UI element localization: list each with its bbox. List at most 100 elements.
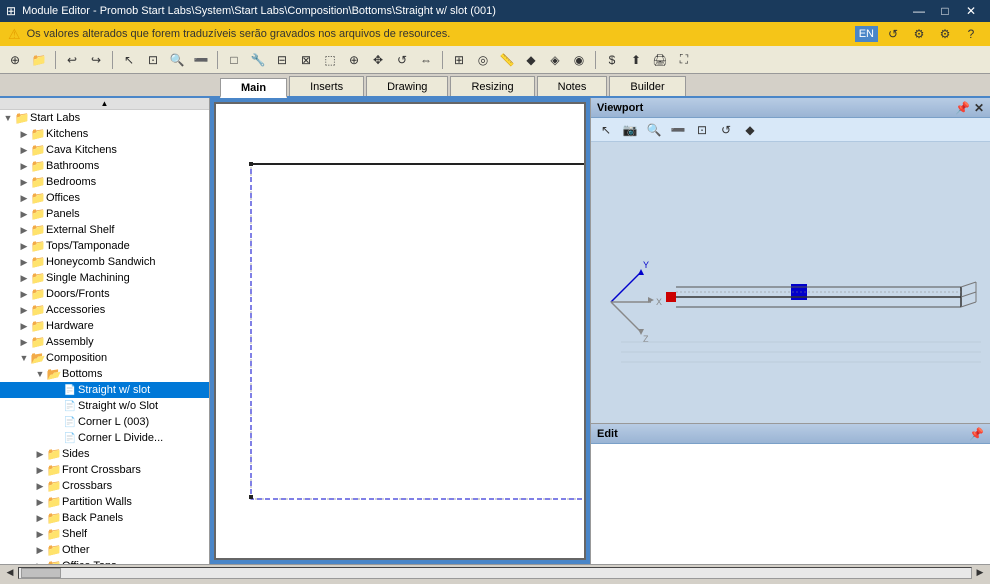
- scroll-thumb[interactable]: [21, 568, 61, 578]
- tree-item-honeycomb[interactable]: ▶ 📁 Honeycomb Sandwich: [0, 254, 209, 270]
- zoom-out-button[interactable]: ➖: [190, 49, 212, 71]
- expand-icon-partitionwalls[interactable]: ▶: [34, 496, 46, 508]
- drawing-canvas[interactable]: ↖: [214, 102, 586, 560]
- tree-item-offices[interactable]: ▶ 📁 Offices: [0, 190, 209, 206]
- tree-item-assembly[interactable]: ▶ 📁 Assembly: [0, 334, 209, 350]
- tree-item-shelf[interactable]: ▶ 📁 Shelf: [0, 526, 209, 542]
- ungroup-button[interactable]: ⊕: [343, 49, 365, 71]
- tree-item-cornerl003[interactable]: 📄 Corner L (003): [0, 414, 209, 430]
- sidebar-scroll-up-icon[interactable]: ▲: [101, 99, 109, 108]
- print-button[interactable]: 🖨: [649, 49, 671, 71]
- vp-rotate-button[interactable]: ↺: [715, 119, 737, 141]
- tree-item-sides[interactable]: ▶ 📁 Sides: [0, 446, 209, 462]
- tree-item-crossbars[interactable]: ▶ 📁 Crossbars: [0, 478, 209, 494]
- expand-icon-tops[interactable]: ▶: [18, 240, 30, 252]
- view3d-button[interactable]: ◆: [520, 49, 542, 71]
- zoom-fit-button[interactable]: ⊡: [142, 49, 164, 71]
- tab-notes[interactable]: Notes: [537, 76, 608, 96]
- expand-icon-bedrooms[interactable]: ▶: [18, 176, 30, 188]
- tree-item-straight-noslot[interactable]: 📄 Straight w/o Slot: [0, 398, 209, 414]
- refresh-button[interactable]: ↺: [882, 23, 904, 45]
- expand-icon-frontcrossbars[interactable]: ▶: [34, 464, 46, 476]
- tree-item-officetops[interactable]: ▶ 📁 Office Tops: [0, 558, 209, 564]
- tree-item-bedrooms[interactable]: ▶ 📁 Bedrooms: [0, 174, 209, 190]
- maximize-button[interactable]: □: [932, 0, 958, 22]
- close-button[interactable]: ✕: [958, 0, 984, 22]
- tab-main[interactable]: Main: [220, 78, 287, 98]
- zoom-in-button[interactable]: 🔍: [166, 49, 188, 71]
- tree-item-backpanels[interactable]: ▶ 📁 Back Panels: [0, 510, 209, 526]
- undo-button[interactable]: ↩: [61, 49, 83, 71]
- redo-button[interactable]: ↪: [85, 49, 107, 71]
- measure-button[interactable]: 📏: [496, 49, 518, 71]
- open-button[interactable]: 📁: [28, 49, 50, 71]
- tree-item-externalshelf[interactable]: ▶ 📁 External Shelf: [0, 222, 209, 238]
- move-button[interactable]: ✥: [367, 49, 389, 71]
- group-button[interactable]: ⬚: [319, 49, 341, 71]
- tree-item-composition[interactable]: ▼ 📂 Composition: [0, 350, 209, 366]
- expand-icon-officetops[interactable]: ▶: [34, 560, 46, 564]
- tab-resizing[interactable]: Resizing: [450, 76, 534, 96]
- tree-item-frontcrossbars[interactable]: ▶ 📁 Front Crossbars: [0, 462, 209, 478]
- new-button[interactable]: ⊕: [4, 49, 26, 71]
- expand-icon-backpanels[interactable]: ▶: [34, 512, 46, 524]
- scroll-right-button[interactable]: ▶: [972, 566, 988, 580]
- horizontal-scrollbar[interactable]: [18, 567, 972, 579]
- dist-button[interactable]: ⊠: [295, 49, 317, 71]
- language-selector[interactable]: EN: [855, 26, 878, 42]
- tree-item-singlemachining[interactable]: ▶ 📁 Single Machining: [0, 270, 209, 286]
- tree-item-partitionwalls[interactable]: ▶ 📁 Partition Walls: [0, 494, 209, 510]
- export-button[interactable]: ⬆: [625, 49, 647, 71]
- expand-icon-doors[interactable]: ▶: [18, 288, 30, 300]
- tree-item-doors[interactable]: ▶ 📁 Doors/Fronts: [0, 286, 209, 302]
- tree-item-straight-slot[interactable]: 📄 Straight w/ slot: [0, 382, 209, 398]
- expand-icon-kitchens[interactable]: ▶: [18, 128, 30, 140]
- vp-camera-button[interactable]: 📷: [619, 119, 641, 141]
- expand-icon-crossbars[interactable]: ▶: [34, 480, 46, 492]
- expand-icon-shelf[interactable]: ▶: [34, 528, 46, 540]
- price-button[interactable]: $: [601, 49, 623, 71]
- vp-zoomin-button[interactable]: 🔍: [643, 119, 665, 141]
- tree-item-bottoms[interactable]: ▼ 📂 Bottoms: [0, 366, 209, 382]
- edit-pin-icon[interactable]: 📌: [969, 427, 984, 441]
- rect-button[interactable]: □: [223, 49, 245, 71]
- select-button[interactable]: ↖: [118, 49, 140, 71]
- expand-icon-cava[interactable]: ▶: [18, 144, 30, 156]
- tree-item-cava[interactable]: ▶ 📁 Cava Kitchens: [0, 142, 209, 158]
- tree-item-startlabs[interactable]: ▼ 📁 Start Labs: [0, 110, 209, 126]
- material-button[interactable]: ◉: [568, 49, 590, 71]
- expand-icon-honeycomb[interactable]: ▶: [18, 256, 30, 268]
- tab-inserts[interactable]: Inserts: [289, 76, 364, 96]
- mirror-button[interactable]: ⇔: [415, 49, 437, 71]
- vp-fit-button[interactable]: ⊡: [691, 119, 713, 141]
- settings-button[interactable]: ⚙: [908, 23, 930, 45]
- viewport-pin-icon[interactable]: 📌: [955, 101, 970, 115]
- rotate-button[interactable]: ↺: [391, 49, 413, 71]
- expand-icon-bathrooms[interactable]: ▶: [18, 160, 30, 172]
- tab-drawing[interactable]: Drawing: [366, 76, 448, 96]
- gear2-button[interactable]: ⚙: [934, 23, 956, 45]
- tab-builder[interactable]: Builder: [609, 76, 685, 96]
- expand-icon-offices[interactable]: ▶: [18, 192, 30, 204]
- expand-icon-accessories[interactable]: ▶: [18, 304, 30, 316]
- tree-item-tops[interactable]: ▶ 📁 Tops/Tamponade: [0, 238, 209, 254]
- tree-item-hardware[interactable]: ▶ 📁 Hardware: [0, 318, 209, 334]
- align-button[interactable]: ⊟: [271, 49, 293, 71]
- tools-button[interactable]: 🔧: [247, 49, 269, 71]
- scroll-left-button[interactable]: ◀: [2, 566, 18, 580]
- snap-button[interactable]: ◎: [472, 49, 494, 71]
- vp-3d-button[interactable]: ◆: [739, 119, 761, 141]
- tree-item-other[interactable]: ▶ 📁 Other: [0, 542, 209, 558]
- expand-icon-hardware[interactable]: ▶: [18, 320, 30, 332]
- expand-icon-bottoms[interactable]: ▼: [34, 368, 46, 380]
- render-button[interactable]: ◈: [544, 49, 566, 71]
- vp-select-button[interactable]: ↖: [595, 119, 617, 141]
- grid-button[interactable]: ⊞: [448, 49, 470, 71]
- help-button[interactable]: ?: [960, 23, 982, 45]
- expand-icon-assembly[interactable]: ▶: [18, 336, 30, 348]
- expand-icon-singlemachining[interactable]: ▶: [18, 272, 30, 284]
- tree-item-kitchens[interactable]: ▶ 📁 Kitchens: [0, 126, 209, 142]
- tree-item-panels[interactable]: ▶ 📁 Panels: [0, 206, 209, 222]
- minimize-button[interactable]: —: [906, 0, 932, 22]
- tree-item-bathrooms[interactable]: ▶ 📁 Bathrooms: [0, 158, 209, 174]
